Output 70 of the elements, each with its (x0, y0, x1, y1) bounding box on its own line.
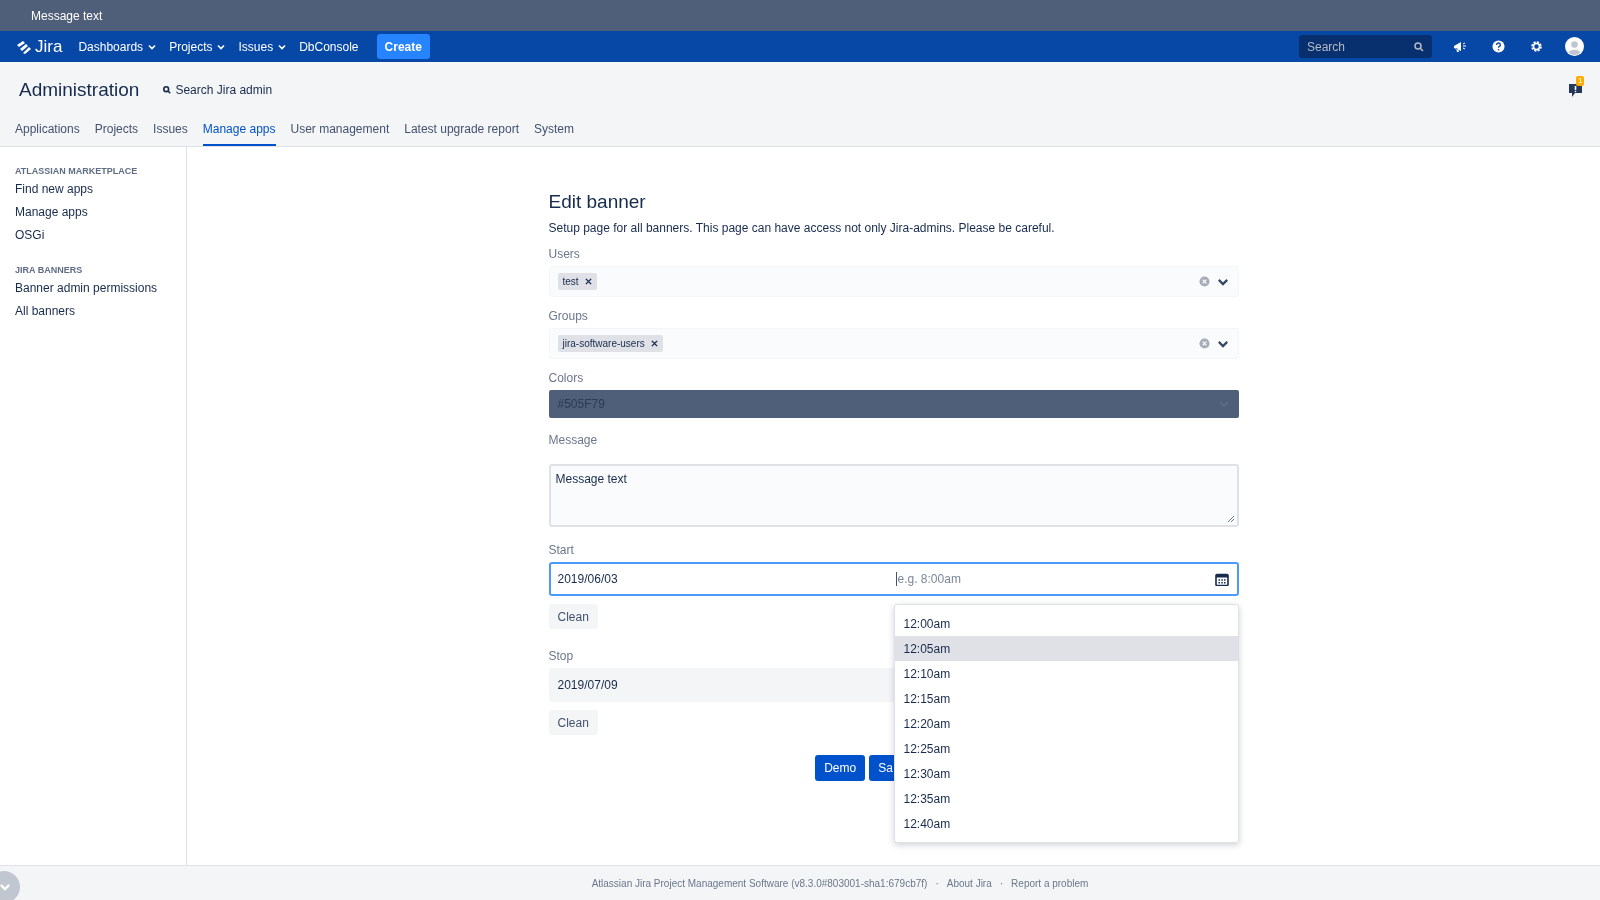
separator-dot: · (935, 877, 939, 889)
footer-link[interactable]: Atlassian Jira Project Management Software (v8.3.0#803001-sha1:679cb7f) (591, 877, 928, 889)
notification-badge: 1 (1576, 75, 1585, 86)
admin-tab[interactable]: Applications (15, 116, 80, 146)
sidebar-link[interactable]: Find new apps (15, 182, 171, 205)
field-label: Users (548, 247, 580, 262)
search-icon (163, 86, 172, 94)
calendar-icon[interactable] (1214, 572, 1229, 586)
sidebar-link[interactable]: Banner admin permissions (15, 281, 171, 304)
time-option[interactable]: 12:10am (894, 661, 1238, 686)
nav-menu-item[interactable]: Projects (169, 39, 227, 54)
nav-menu-item[interactable]: DbConsole (299, 39, 359, 54)
sidebar-link[interactable]: Manage apps (15, 205, 171, 228)
time-option[interactable]: 12:25am (894, 736, 1238, 761)
create-button[interactable]: Create (376, 34, 430, 59)
resize-handle-icon (1227, 516, 1234, 522)
multi-select-field[interactable]: jira-software-users (548, 328, 1239, 359)
admin-tab[interactable]: System (533, 116, 574, 146)
footer-link[interactable]: Report a problem (1011, 877, 1089, 889)
logo-text[interactable]: Jira (35, 36, 63, 57)
admin-tab[interactable]: Projects (94, 116, 139, 146)
clean-button[interactable]: Clean (548, 710, 598, 735)
field-label: Start (548, 543, 574, 558)
clean-button[interactable]: Clean (548, 604, 598, 629)
admin-tab[interactable]: Issues (153, 116, 188, 146)
time-option[interactable]: 12:00am (894, 611, 1238, 636)
time-option[interactable]: 12:20am (894, 711, 1238, 736)
separator-dot: · (999, 877, 1004, 889)
admin-tab[interactable]: User management (290, 116, 390, 146)
admin-tab[interactable]: Manage apps (202, 116, 276, 146)
tag: test (557, 273, 597, 290)
remove-icon[interactable] (584, 278, 592, 285)
message-textarea[interactable]: Message text (548, 464, 1239, 527)
field-label: Message (548, 433, 598, 448)
field-label: Groups (548, 309, 588, 324)
form-title: Edit banner (548, 191, 647, 213)
time-option[interactable]: 12:15am (894, 686, 1238, 711)
sidebar-heading: ATLASSIAN MARKETPLACE (15, 166, 139, 176)
banner-message: Message text (31, 8, 103, 23)
tag: jira-software-users (557, 335, 663, 352)
avatar-icon[interactable] (1564, 37, 1584, 56)
sidebar-link[interactable]: OSGi (15, 228, 171, 251)
date-value: 2019/06/03 (556, 572, 619, 586)
remove-icon[interactable] (650, 340, 658, 347)
time-option[interactable]: 12:30am (894, 761, 1238, 786)
date-value: 2019/07/09 (556, 678, 619, 692)
field-label: Colors (548, 371, 584, 386)
multi-select-field[interactable]: test (548, 266, 1239, 297)
time-option[interactable]: 12:35am (894, 786, 1238, 811)
search-icon (1414, 41, 1424, 52)
jira-logo-icon[interactable] (16, 39, 32, 54)
nav-menu-item[interactable]: Issues (238, 39, 288, 54)
settings-icon[interactable] (1529, 40, 1543, 53)
primary-button[interactable]: Demo (815, 755, 866, 781)
nav-menu-item[interactable]: Dashboards (78, 39, 158, 54)
page-title: Administration (19, 79, 140, 101)
megaphone-icon[interactable] (1453, 40, 1467, 53)
footer-link[interactable]: About Jira (946, 877, 992, 889)
admin-tab[interactable]: Latest upgrade report (404, 116, 519, 146)
sidebar-heading: JIRA BANNERS (15, 265, 84, 275)
sidebar-link[interactable]: All banners (15, 304, 171, 327)
time-option[interactable]: 12:05am (894, 636, 1238, 661)
search-field[interactable]: Search (1299, 35, 1432, 58)
date-time-field[interactable]: 2019/06/03 e.g. 8:00am (548, 562, 1239, 596)
form-description: Setup page for all banners. This page can have access not only Jira-admins. Please be careful. (548, 221, 1056, 235)
admin-search-link[interactable]: Search Jira admin (163, 83, 273, 97)
time-option[interactable]: 12:40am (894, 811, 1238, 836)
time-placeholder: e.g. 8:00am (895, 572, 1215, 586)
field-label: Stop (548, 649, 574, 664)
help-icon[interactable] (1491, 40, 1505, 53)
